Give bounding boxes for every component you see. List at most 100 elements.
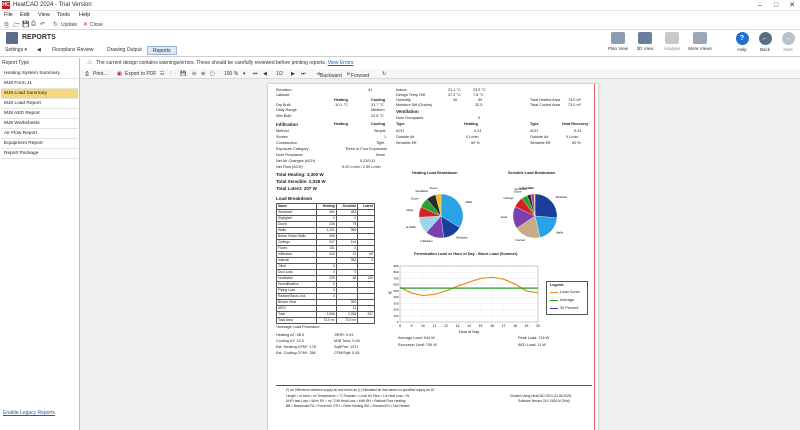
tab-drawing-output[interactable]: Drawing Output	[102, 46, 147, 55]
footer-note-3: UHF Heat Loss = W/m² RV = m² °C/W Heat L…	[286, 399, 406, 403]
report-page: Elevation 41 Heating Cooling Latitude Dr…	[268, 84, 598, 430]
zoom-select[interactable]: 100 %	[224, 71, 238, 77]
vent-col-heating: Heating	[464, 122, 478, 126]
sidebar-item-report-package[interactable]: Report Package	[1, 149, 78, 159]
sensible-eff-label-h: Sensible Eff.	[396, 141, 418, 145]
x-tick-label: 15	[479, 324, 483, 328]
sensible-pie-title: Sensible Load Breakdown	[508, 171, 556, 175]
page-setup-icon[interactable]: ☷	[160, 71, 164, 77]
humidity-label: Humidity	[396, 98, 411, 102]
undo-icon[interactable]: ↶	[40, 21, 45, 28]
legend-swatch-30-percent	[550, 308, 558, 309]
indoor-label: Indoor	[396, 88, 407, 92]
pie-label: Walls	[465, 200, 472, 204]
next-page-icon[interactable]: ▶	[291, 71, 295, 77]
minimize-icon[interactable]: –	[752, 0, 768, 11]
open-icon[interactable]: 🗁	[170, 71, 176, 79]
fit-page-icon[interactable]: ▢	[210, 71, 215, 77]
close-button[interactable]: Close	[90, 22, 103, 28]
y-tick-label: 100	[393, 314, 398, 318]
refresh-icon[interactable]: ↻	[382, 71, 386, 77]
view-errors-link[interactable]: View Errors	[328, 60, 354, 66]
average-load: Average Load: 544 W	[398, 336, 435, 340]
analysis-button[interactable]: Analysis	[660, 32, 684, 51]
sensible-eff-value-c: 50 %	[572, 141, 581, 145]
forward-button[interactable]: ▶ Forward	[347, 71, 369, 79]
close-doc-icon[interactable]: ✕	[83, 21, 88, 28]
peak-load: Peak Load: 718 W	[518, 336, 550, 340]
page-indicator[interactable]: 1/2	[276, 71, 283, 77]
more-views-button[interactable]: More Views	[688, 32, 712, 51]
y-tick-label: 600	[393, 283, 398, 287]
sensible-eff-value-h: 50 %	[471, 141, 480, 145]
export-pdf-button[interactable]: Export to PDF	[125, 71, 156, 77]
tab-reports[interactable]: Reports	[147, 46, 177, 55]
backward-button[interactable]: ◀ Backward	[316, 71, 342, 79]
menu-edit[interactable]: Edit	[20, 12, 29, 18]
fenestration-line-chart: 01002003004005006007008009008 9 10 11 12 13 14…	[388, 264, 540, 334]
fireplaces-value: None	[376, 153, 386, 157]
zoom-dropdown-icon[interactable]: ▾	[243, 71, 246, 77]
sidebar-item-equipment-report[interactable]: Equipment Report	[1, 139, 78, 149]
menu-tools[interactable]: Tools	[57, 12, 70, 18]
menu-view[interactable]: View	[38, 12, 50, 18]
last-page-icon[interactable]: ⏭	[301, 71, 306, 77]
sidebar-item-mj8-aed-report[interactable]: MJ8 AED Report	[1, 109, 78, 119]
pdf-icon[interactable]: ▣	[117, 71, 122, 77]
sidebar-item-mj8-load-report[interactable]: MJ8 Load Report	[1, 99, 78, 109]
settings-dropdown[interactable]: Settings ▾	[5, 47, 27, 53]
enable-legacy-reports-link[interactable]: Enable Legacy Reports	[3, 410, 55, 416]
save-report-icon[interactable]: 💾	[180, 71, 186, 77]
y-tick-label: 300	[393, 301, 398, 305]
zoom-in-icon[interactable]: ⊕	[201, 71, 205, 77]
construction-label: Construction	[276, 141, 298, 145]
legend-load-curve: Load Curve	[560, 290, 580, 294]
menu-help[interactable]: Help	[79, 12, 90, 18]
dry-bulb-heating: -10.1 °C	[334, 103, 348, 107]
save-icon[interactable]: 💾	[22, 21, 29, 28]
x-tick-label: 13	[456, 324, 460, 328]
3d-view-button[interactable]: 3D View	[633, 32, 657, 51]
maximize-icon[interactable]: □	[768, 0, 784, 11]
x-tick-label: 8	[399, 324, 401, 328]
sidebar-item-air-flow-report[interactable]: Air Flow Report	[1, 129, 78, 139]
infil-col-heating: Heating	[334, 122, 348, 126]
print-preview-icon[interactable]: ⎙	[85, 71, 89, 77]
back-button[interactable]: ← Back	[753, 32, 777, 52]
sidebar-item-mj8-worksheets[interactable]: MJ8 Worksheets	[1, 119, 78, 129]
pie-label: Doors	[411, 197, 419, 201]
sidebar-item-mj8-form-j1[interactable]: MJ8 Form J1	[1, 79, 78, 89]
y-tick-label: 700	[393, 276, 398, 280]
indoor-cooling: 23.9 °C	[473, 88, 486, 92]
footer-divider	[276, 385, 592, 386]
table-cell: 73.0 m²	[316, 317, 337, 324]
update-icon[interactable]: ↻	[53, 21, 58, 28]
print-button[interactable]: Print...	[93, 71, 107, 77]
net-ach-value: 0.23/0.11	[360, 159, 376, 163]
menu-file[interactable]: File	[4, 12, 13, 18]
sidebar-item-heating-system-summary[interactable]: Heating System Summary	[1, 69, 78, 79]
plan-view-button[interactable]: Plan View	[606, 32, 630, 51]
moisture-diff-label: Moisture Diff (Grains)	[396, 103, 433, 107]
update-button[interactable]: Update	[61, 22, 77, 28]
close-window-icon[interactable]: ✕	[784, 0, 800, 11]
design-temp-diff-heating: 37.2 °C	[448, 93, 461, 97]
sidebar-item-mj8-load-summary[interactable]: MJ8 Load Summary	[1, 89, 78, 99]
first-page-icon[interactable]: ⏮	[253, 71, 258, 77]
print-icon[interactable]: ⎙	[31, 21, 36, 28]
infiltration-title: Infiltration	[276, 122, 298, 127]
y-tick-label: 500	[393, 289, 398, 293]
prev-page-icon[interactable]: ◀	[263, 71, 267, 77]
aed-load: AED Load: 11 W	[518, 343, 546, 347]
legend-title: Legend	[550, 283, 564, 287]
moisture-diff-value: 32.5	[475, 103, 483, 107]
back-arrow-icon[interactable]: ◀	[32, 46, 46, 55]
next-button[interactable]: → Next	[776, 32, 800, 52]
zoom-out-icon[interactable]: ⊖	[192, 71, 196, 77]
method-value: Simple	[374, 129, 386, 133]
total-heated-area-label: Total Heated Area	[530, 98, 561, 102]
help-button[interactable]: ? Help	[730, 32, 754, 52]
total-sensible: Total Sensible: 2,028 W	[276, 179, 326, 184]
outside-air-value-c: 0 L/min	[566, 135, 579, 139]
tab-review[interactable]: Review	[72, 46, 98, 55]
